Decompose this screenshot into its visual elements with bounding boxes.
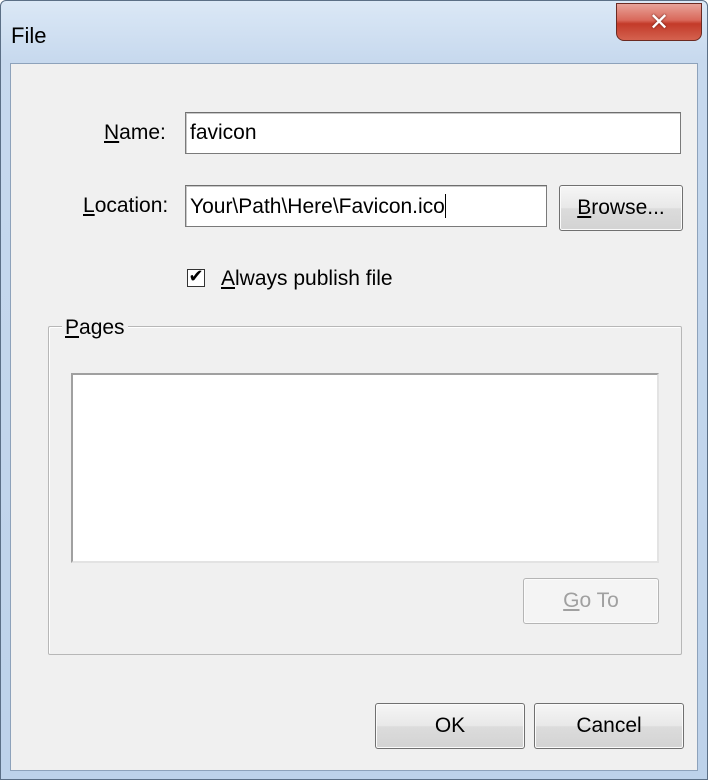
location-field-value: Your\Path\Here\Favicon.ico: [190, 195, 445, 218]
always-publish-label[interactable]: Always publish file: [221, 267, 393, 291]
name-label: Name:: [104, 121, 166, 144]
name-field[interactable]: favicon: [185, 112, 681, 154]
always-publish-checkbox[interactable]: ✔: [187, 266, 205, 287]
checkmark-icon: ✔: [188, 266, 204, 287]
location-field[interactable]: Your\Path\Here\Favicon.ico: [185, 185, 547, 227]
ok-button[interactable]: OK: [375, 703, 525, 749]
browse-button[interactable]: Browse...: [559, 185, 683, 231]
close-button[interactable]: ✕: [616, 3, 702, 41]
window-title: File: [11, 23, 47, 48]
text-caret: [444, 194, 446, 218]
cancel-button[interactable]: Cancel: [534, 703, 684, 749]
go-to-button[interactable]: Go To: [523, 578, 659, 624]
name-field-value: favicon: [190, 121, 257, 144]
dialog-body: Name: favicon Location: Your\Path\Here\F…: [10, 63, 698, 771]
pages-group-caption: Pages: [62, 316, 128, 340]
title-bar[interactable]: File ✕: [1, 1, 707, 63]
location-label: Location:: [83, 194, 169, 217]
close-icon: ✕: [648, 8, 670, 36]
file-dialog: File ✕ Name: favicon Location: Your\Path…: [0, 0, 708, 780]
pages-list[interactable]: [71, 373, 659, 563]
